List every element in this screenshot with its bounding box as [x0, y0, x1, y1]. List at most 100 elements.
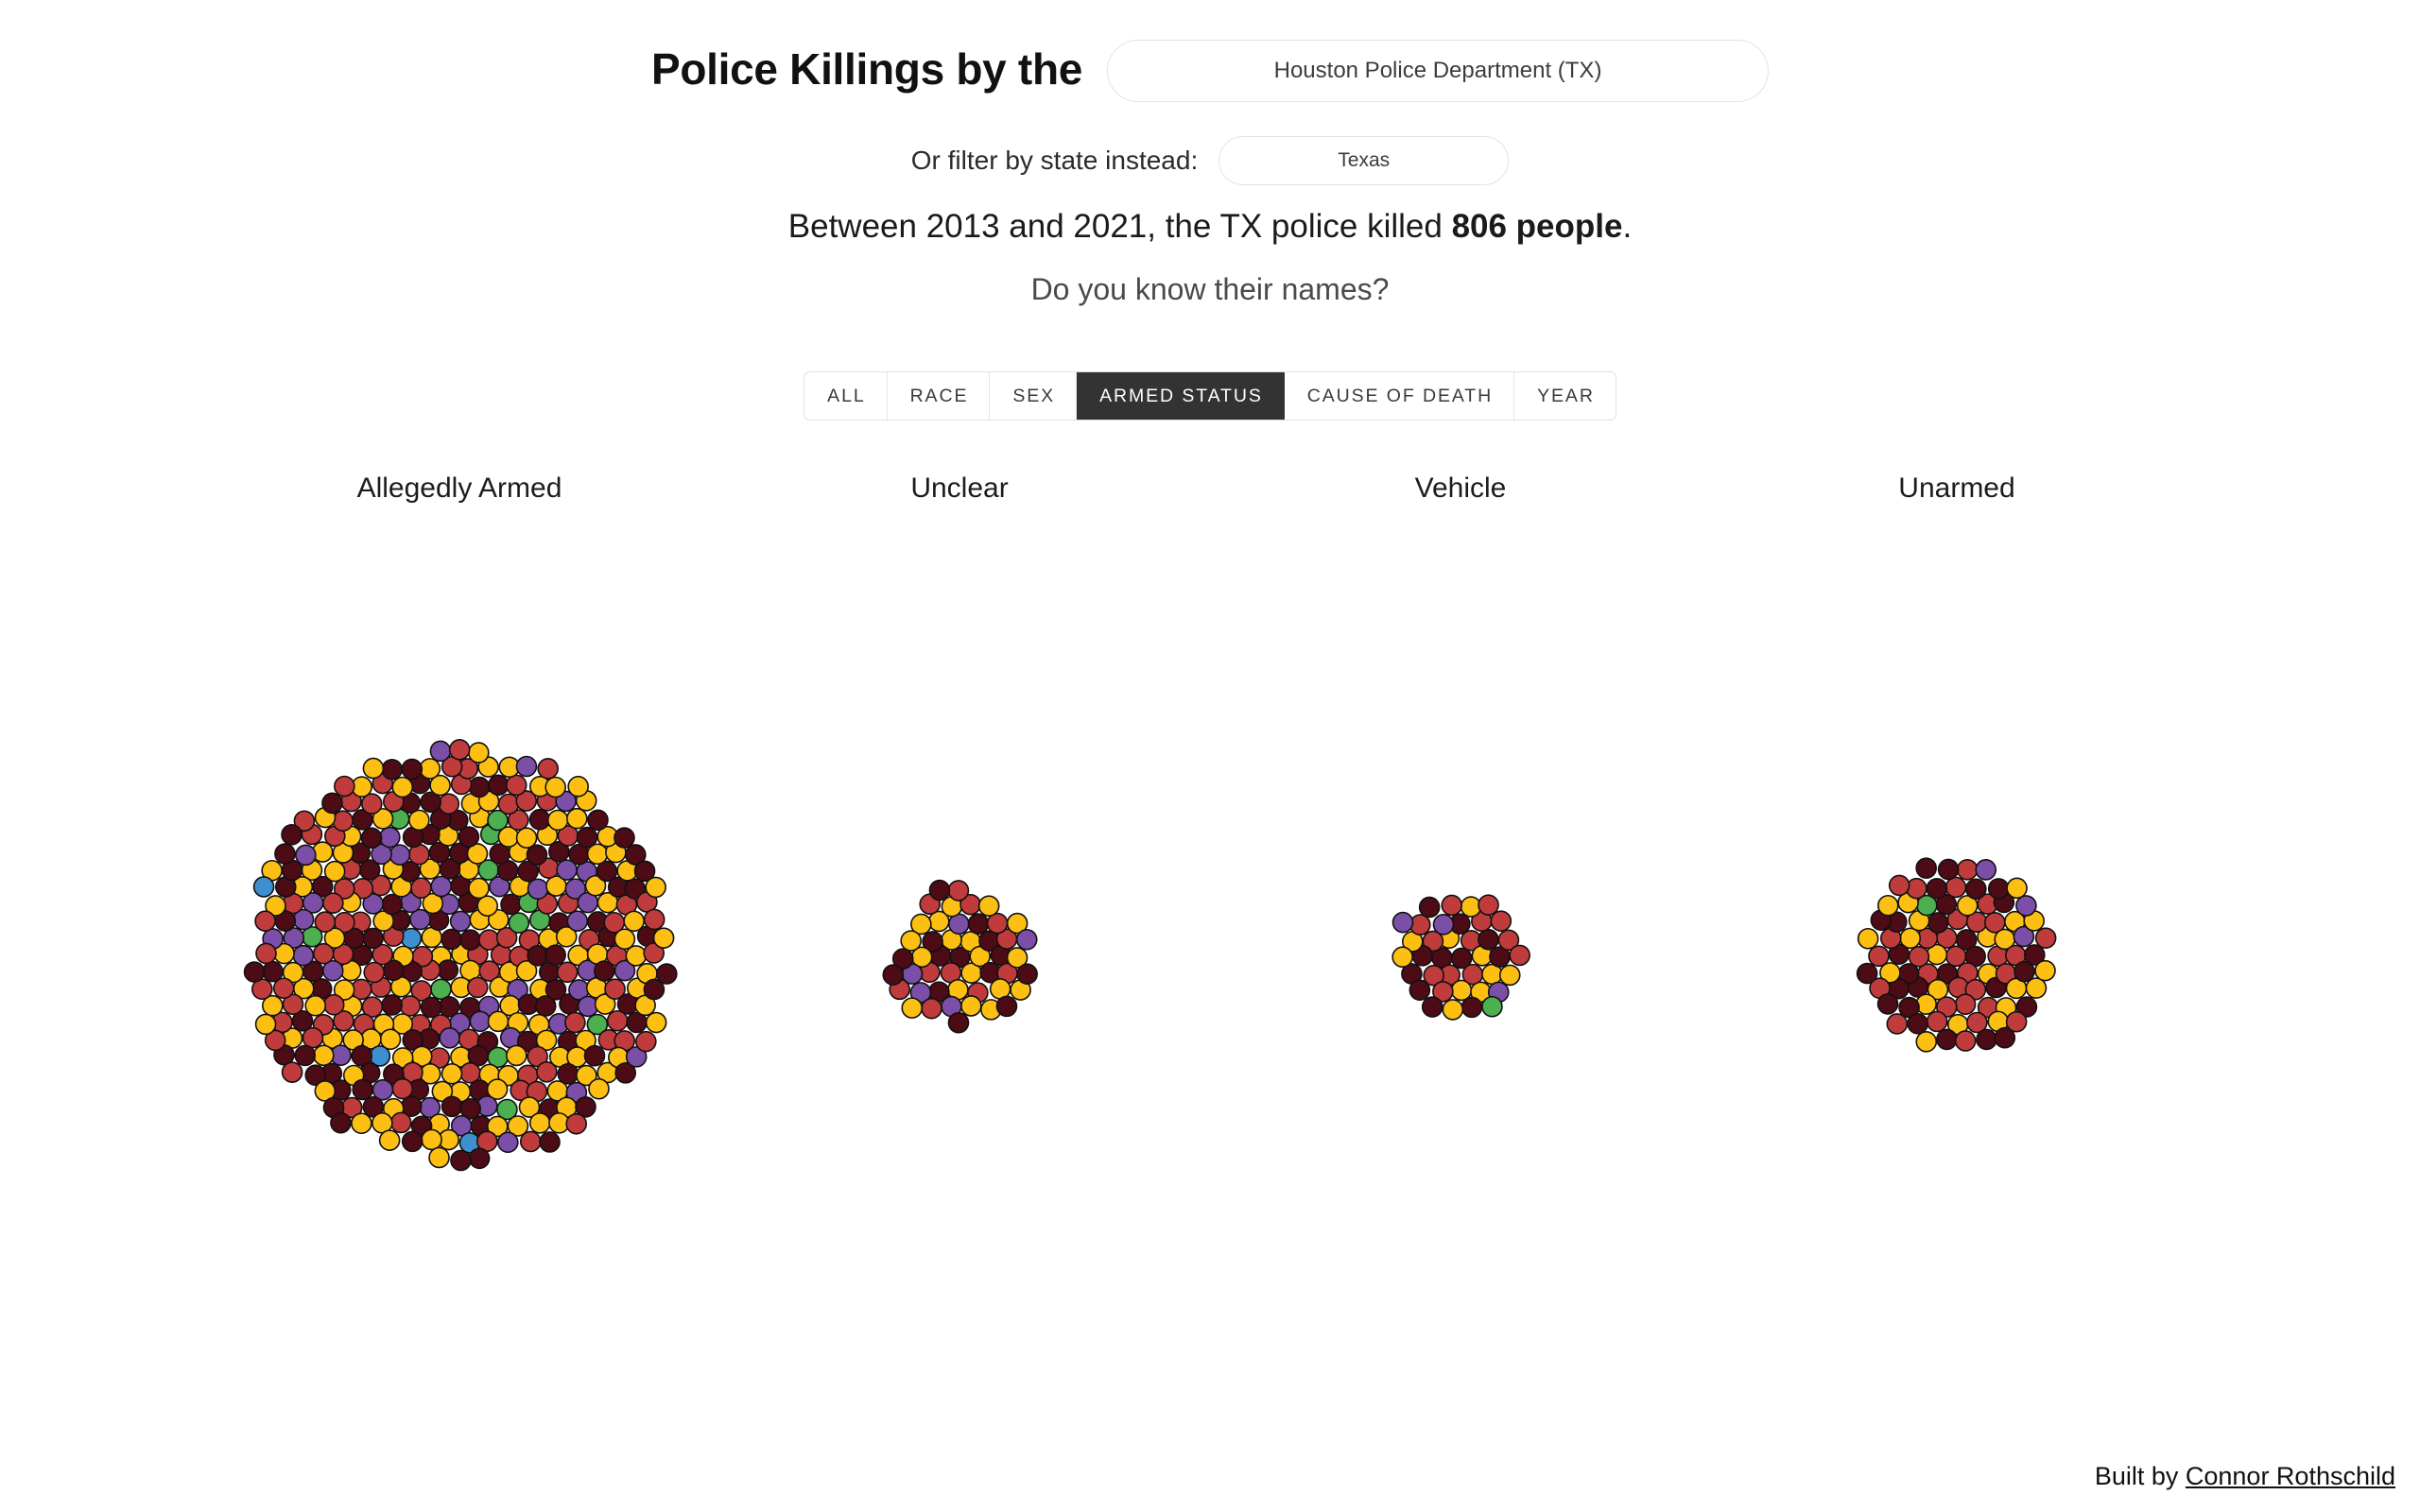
victim-dot[interactable] — [928, 879, 950, 901]
victim-dot[interactable] — [1442, 998, 1463, 1021]
victim-dot[interactable] — [293, 1044, 316, 1066]
victim-dot[interactable] — [243, 960, 265, 983]
victim-dot[interactable] — [527, 877, 548, 900]
victim-dot[interactable] — [614, 927, 635, 950]
victim-dot[interactable] — [1477, 928, 1499, 950]
victim-dot[interactable] — [515, 755, 537, 777]
victim-dot[interactable] — [436, 958, 458, 981]
victim-dot[interactable] — [1857, 927, 1878, 950]
victim-dot[interactable] — [1508, 944, 1530, 966]
victim-dot[interactable] — [544, 776, 566, 798]
victim-dot[interactable] — [419, 757, 441, 780]
victim-dot[interactable] — [881, 963, 904, 986]
department-select[interactable]: Houston Police Department (TX) — [1107, 40, 1770, 102]
victim-dot[interactable] — [1421, 995, 1443, 1018]
victim-dot[interactable] — [362, 961, 385, 983]
victim-dot[interactable] — [390, 776, 413, 798]
victim-dot[interactable] — [538, 1130, 561, 1153]
victim-dot[interactable] — [566, 909, 588, 932]
victim-dot[interactable] — [2025, 976, 2047, 999]
victim-dot[interactable] — [536, 757, 559, 780]
victim-dot[interactable] — [401, 1130, 423, 1152]
victim-dot[interactable] — [645, 1011, 666, 1033]
victim-dot[interactable] — [1935, 1028, 1958, 1050]
victim-dot[interactable] — [254, 1013, 276, 1035]
victim-dot[interactable] — [1432, 913, 1454, 936]
victim-dot[interactable] — [505, 774, 527, 796]
victim-dot[interactable] — [253, 909, 276, 932]
victim-dot[interactable] — [468, 1146, 490, 1169]
victim-dot[interactable] — [380, 993, 403, 1016]
victim-dot[interactable] — [1015, 962, 1038, 985]
victim-dot[interactable] — [1974, 858, 1996, 881]
victim-dot[interactable] — [467, 741, 490, 764]
victim-dot[interactable] — [458, 928, 481, 951]
victim-dot[interactable] — [1885, 1012, 1908, 1035]
victim-dot[interactable] — [449, 910, 471, 932]
victim-dot[interactable] — [440, 928, 462, 950]
victim-dot[interactable] — [487, 1010, 509, 1032]
victim-dot[interactable] — [546, 809, 569, 831]
victim-dot[interactable] — [320, 792, 343, 814]
victim-dot[interactable] — [281, 1060, 302, 1083]
victim-dot[interactable] — [1418, 896, 1440, 918]
victim-dot[interactable] — [1956, 858, 1979, 881]
victim-dot[interactable] — [399, 994, 421, 1017]
victim-dot[interactable] — [556, 961, 579, 983]
victim-dot[interactable] — [1954, 1029, 1976, 1052]
victim-dot[interactable] — [655, 962, 678, 985]
victim-dot[interactable] — [583, 1044, 605, 1067]
victim-dot[interactable] — [1914, 856, 1937, 879]
victim-dot[interactable] — [466, 976, 489, 998]
victim-dot[interactable] — [1480, 995, 1503, 1018]
tab-cause-of-death[interactable]: CAUSE OF DEATH — [1284, 372, 1515, 421]
victim-dot[interactable] — [2033, 959, 2056, 981]
victim-dot[interactable] — [515, 826, 537, 849]
victim-dot[interactable] — [350, 1111, 372, 1134]
victim-dot[interactable] — [329, 1111, 352, 1134]
victim-dot[interactable] — [1461, 996, 1482, 1018]
victim-dot[interactable] — [947, 1011, 969, 1034]
victim-dot[interactable] — [1914, 1030, 1937, 1053]
victim-dot[interactable] — [920, 997, 942, 1019]
victim-dot[interactable] — [380, 893, 403, 915]
victim-dot[interactable] — [312, 942, 335, 964]
victim-dot[interactable] — [2034, 926, 2056, 949]
victim-dot[interactable] — [261, 960, 284, 982]
tab-race[interactable]: RACE — [887, 372, 991, 421]
victim-dot[interactable] — [519, 1130, 542, 1152]
victim-dot[interactable] — [362, 757, 384, 779]
victim-dot[interactable] — [1993, 1026, 2015, 1049]
victim-dot[interactable] — [1906, 1012, 1928, 1035]
state-select[interactable]: Texas — [1219, 136, 1510, 185]
victim-dot[interactable] — [1937, 858, 1959, 880]
victim-dot[interactable] — [429, 740, 451, 762]
victim-dot[interactable] — [644, 876, 666, 898]
victim-dot[interactable] — [437, 792, 459, 815]
victim-dot[interactable] — [1888, 874, 1910, 896]
victim-dot[interactable] — [427, 1146, 450, 1168]
victim-dot[interactable] — [505, 1044, 527, 1066]
victim-dot[interactable] — [565, 807, 588, 829]
victim-dot[interactable] — [1477, 893, 1499, 916]
tab-all[interactable]: ALL — [804, 372, 888, 421]
victim-dot[interactable] — [273, 842, 296, 865]
victim-dot[interactable] — [900, 996, 923, 1019]
victim-dot[interactable] — [587, 1077, 610, 1100]
victim-dot[interactable] — [280, 823, 302, 846]
victim-dot[interactable] — [1975, 1028, 1997, 1050]
victim-dot[interactable] — [448, 738, 470, 761]
victim-dot[interactable] — [947, 879, 969, 902]
victim-dot[interactable] — [380, 758, 403, 781]
victim-dot[interactable] — [576, 826, 597, 848]
tab-sex[interactable]: SEX — [990, 372, 1078, 421]
victim-dot[interactable] — [1964, 877, 1987, 900]
victim-dot[interactable] — [438, 1026, 460, 1049]
victim-dot[interactable] — [566, 775, 589, 798]
victim-dot[interactable] — [1954, 992, 1976, 1015]
victim-dot[interactable] — [2005, 877, 2028, 899]
victim-dot[interactable] — [652, 926, 674, 949]
victim-dot[interactable] — [544, 943, 566, 966]
victim-dot[interactable] — [468, 776, 490, 798]
victim-dot[interactable] — [1867, 944, 1890, 967]
